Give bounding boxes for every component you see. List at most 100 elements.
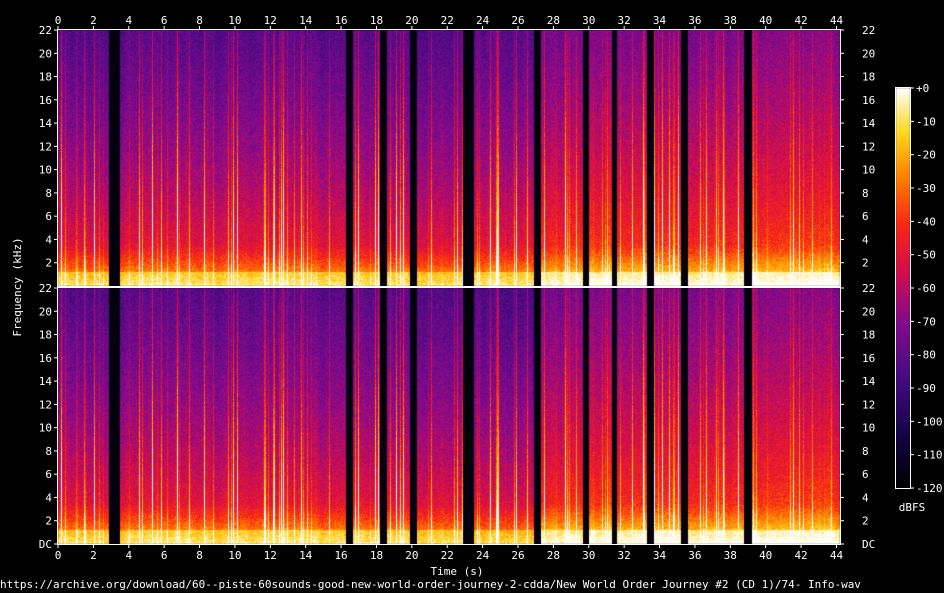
x-tick-label-bottom: 40 — [759, 549, 772, 562]
x-axis-top: 0 2 4 6 8 10 12 14 16 18 20 22 24 26 28 30 32 34 36 38 40 42 4… — [55, 14, 844, 30]
colorbar-tick-label: -40 — [916, 215, 936, 228]
x-tick-label-bottom: 6 — [161, 549, 168, 562]
spectrogram-axes: 0 2 4 6 8 10 12 14 16 18 20 22 24 26 28 30 32 34 36 38 40 42 4… — [11, 14, 943, 578]
x-axis-title: Time (s) — [431, 565, 484, 578]
colorbar-label: dBFS — [899, 501, 926, 514]
x-tick-label-top: 4 — [125, 14, 132, 27]
x-tick-label-bottom: 42 — [794, 549, 807, 562]
x-tick-label-bottom: 26 — [511, 549, 524, 562]
y-tick-label-left: 8 — [45, 187, 52, 200]
x-tick-label-bottom: 44 — [830, 549, 844, 562]
y-tick-label-right: 14 — [862, 375, 876, 388]
x-tick-label-top: 24 — [476, 14, 490, 27]
y-axis-left: 2 4 6 8 10 12 14 16 18 20 22 DC 2 4 6 8 10 12 14 16 18 20 22 — [39, 24, 58, 551]
x-tick-label-top: 22 — [441, 14, 454, 27]
y-tick-label-right: 22 — [862, 24, 875, 37]
colorbar-tick-label: +0 — [916, 82, 929, 95]
x-tick-label-bottom: 24 — [476, 549, 490, 562]
colorbar-tick-label: -110 — [916, 449, 943, 462]
spectrogram-frame-2 — [57, 287, 841, 545]
x-tick-label-bottom: 14 — [299, 549, 313, 562]
y-tick-label-right: 8 — [862, 445, 869, 458]
y-tick-label-left: 6 — [45, 210, 52, 223]
y-tick-label-left: 14 — [39, 375, 53, 388]
x-tick-label-bottom: 34 — [653, 549, 667, 562]
x-tick-label-top: 18 — [370, 14, 383, 27]
colorbar-tick-label: -80 — [916, 349, 936, 362]
y-tick-label-left: 4 — [45, 233, 52, 246]
colorbar-tick-label: -30 — [916, 182, 936, 195]
y-tick-label-right: 8 — [862, 187, 869, 200]
y-tick-label-left: 2 — [45, 515, 52, 528]
x-tick-label-bottom: 28 — [547, 549, 560, 562]
x-tick-label-top: 12 — [264, 14, 277, 27]
y-tick-label-left: 20 — [39, 305, 52, 318]
y-tick-label-right: 16 — [862, 352, 875, 365]
x-tick-label-top: 8 — [196, 14, 203, 27]
colorbar-frame — [895, 87, 911, 489]
y-tick-label-right: 12 — [862, 140, 875, 153]
x-tick-label-top: 34 — [653, 14, 667, 27]
x-tick-label-top: 38 — [724, 14, 737, 27]
y-tick-label-left: 12 — [39, 140, 52, 153]
x-tick-label-top: 0 — [55, 14, 62, 27]
y-tick-label-right: 22 — [862, 282, 875, 295]
x-tick-label-top: 32 — [618, 14, 631, 27]
y-tick-label-left: 8 — [45, 445, 52, 458]
x-tick-label-bottom: 20 — [405, 549, 418, 562]
colorbar-tick-label: -10 — [916, 115, 936, 128]
x-tick-label-bottom: 16 — [334, 549, 347, 562]
x-tick-label-bottom: 8 — [196, 549, 203, 562]
y-tick-label-left: 16 — [39, 352, 52, 365]
y-tick-label-right: 2 — [862, 257, 869, 270]
colorbar-tick-label: -120 — [916, 482, 943, 495]
x-tick-label-top: 42 — [794, 14, 807, 27]
x-tick-label-top: 2 — [90, 14, 97, 27]
x-tick-label-top: 40 — [759, 14, 772, 27]
x-tick-label-top: 36 — [688, 14, 701, 27]
y-tick-label-left: 22 — [39, 282, 52, 295]
x-tick-label-top: 16 — [334, 14, 347, 27]
y-tick-label-left: 6 — [45, 468, 52, 481]
y-tick-label-right: 16 — [862, 94, 875, 107]
y-axis-title: Frequency (kHz) — [11, 237, 24, 336]
y-tick-label-right: 12 — [862, 398, 875, 411]
x-tick-label-bottom: 4 — [125, 549, 132, 562]
y-tick-label-left: 12 — [39, 398, 52, 411]
x-tick-label-bottom: 12 — [264, 549, 277, 562]
colorbar-tick-label: -20 — [916, 149, 936, 162]
y-tick-label-left: 18 — [39, 71, 52, 84]
x-tick-label-bottom: 0 — [55, 549, 62, 562]
y-tick-label-right: 10 — [862, 422, 875, 435]
x-tick-label-top: 30 — [582, 14, 595, 27]
colorbar-tick-label: -70 — [916, 315, 936, 328]
colorbar-tick-label: -100 — [916, 415, 943, 428]
colorbar-tick-label: -50 — [916, 249, 936, 262]
y-tick-label-left: DC — [39, 538, 52, 551]
x-tick-label-bottom: 22 — [441, 549, 454, 562]
colorbar-tick-label: -60 — [916, 282, 936, 295]
y-tick-label-right: 18 — [862, 329, 875, 342]
y-tick-label-left: 16 — [39, 94, 52, 107]
x-axis-bottom: 0 2 4 6 8 10 12 14 16 18 20 22 24 26 28 30 32 34 36 38 40 42 4… — [55, 544, 844, 562]
y-tick-label-right: 10 — [862, 164, 875, 177]
x-tick-label-top: 14 — [299, 14, 313, 27]
y-tick-label-left: 18 — [39, 329, 52, 342]
y-tick-label-right: DC — [862, 538, 875, 551]
y-tick-label-left: 2 — [45, 257, 52, 270]
spectrogram-frame-1 — [57, 29, 841, 287]
x-tick-label-top: 28 — [547, 14, 560, 27]
x-tick-label-top: 26 — [511, 14, 524, 27]
x-tick-label-bottom: 10 — [228, 549, 241, 562]
x-tick-label-bottom: 2 — [90, 549, 97, 562]
y-tick-label-right: 18 — [862, 71, 875, 84]
x-tick-label-bottom: 18 — [370, 549, 383, 562]
x-tick-label-top: 20 — [405, 14, 418, 27]
y-tick-label-left: 22 — [39, 24, 52, 37]
source-url: https://archive.org/download/60--piste-6… — [0, 578, 861, 591]
x-tick-label-bottom: 36 — [688, 549, 701, 562]
y-tick-label-left: 10 — [39, 422, 52, 435]
y-tick-label-right: 20 — [862, 47, 875, 60]
x-tick-label-top: 44 — [830, 14, 844, 27]
colorbar-axis: +0 -10 -20 -30 -40 -50 -60 -70 -80 -90 -100 -110 -12… — [910, 82, 943, 495]
